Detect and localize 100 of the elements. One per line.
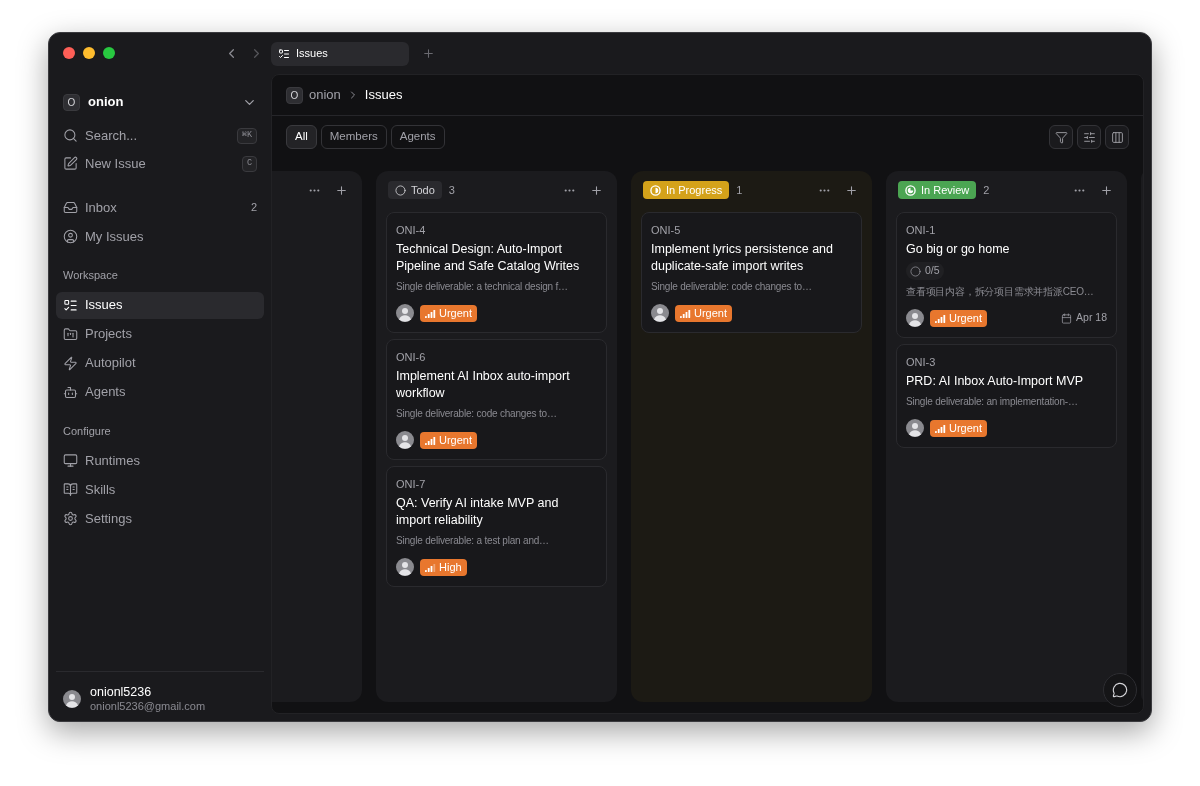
plus-icon[interactable] xyxy=(1100,183,1113,197)
issue-card[interactable]: ONI-6 Implement AI Inbox auto-import workflow Single deliverable: code changes to… Urgent xyxy=(386,339,607,460)
issue-id: ONI-1 xyxy=(906,223,937,237)
issue-id: ONI-6 xyxy=(396,350,427,364)
avatar-icon xyxy=(396,304,414,322)
workspace-initial: O xyxy=(63,93,80,111)
shortcut-key: C xyxy=(241,155,257,172)
plus-icon[interactable] xyxy=(845,183,858,197)
breadcrumb-link[interactable]: onion xyxy=(309,85,341,105)
issue-id: ONI-4 xyxy=(396,223,427,237)
settings-icon xyxy=(63,511,78,526)
calendar-icon xyxy=(1061,312,1073,324)
filter-tab[interactable]: Agents xyxy=(390,125,445,149)
priority-badge: Urgent xyxy=(930,309,988,327)
signal-bars-icon xyxy=(935,313,946,323)
folder-icon xyxy=(63,326,78,342)
user-circle-icon xyxy=(63,229,78,244)
checklist-icon xyxy=(63,297,78,313)
issue-id: ONI-7 xyxy=(396,477,427,491)
column-count: 2 xyxy=(983,182,990,198)
issue-title: Go big or go home xyxy=(906,241,1011,258)
priority-badge: Urgent xyxy=(930,419,988,437)
circle-icon xyxy=(910,265,921,277)
section-heading: Configure xyxy=(62,423,112,439)
user-email: onionl5236@gmail.com xyxy=(90,699,206,713)
signal-bars-icon xyxy=(935,423,946,433)
sidebar-item[interactable]: Projects xyxy=(56,320,264,348)
status-chip: In Progress xyxy=(643,181,730,199)
filter-tab[interactable]: Members xyxy=(320,125,387,149)
issue-description: 查看项目内容，拆分项目需求并指派CEO… xyxy=(906,285,1095,299)
issue-card[interactable]: ONI-4 Technical Design: Auto-Import Pipeline and Safe Catalog Writes Single deliverable: a technical design f… Urgent xyxy=(386,212,607,333)
signal-bars-icon xyxy=(425,308,436,318)
issue-title: Technical Design: Auto-Import Pipeline and Safe Catalog Writes xyxy=(396,241,581,275)
avatar-icon xyxy=(396,431,414,449)
issue-id: ONI-5 xyxy=(651,223,682,237)
filter-button[interactable] xyxy=(1049,125,1073,149)
issue-title: Implement AI Inbox auto-import workflow xyxy=(396,368,571,402)
issue-title: Implement lyrics persistence and duplicate-safe import writes xyxy=(651,241,835,275)
priority-badge: Urgent xyxy=(420,431,478,449)
issue-card[interactable]: ONI-1 Go big or go home 0/5 查看项目内容，拆分项目需求并指派CEO… Urgent Apr 18 xyxy=(896,212,1117,338)
plus-icon[interactable] xyxy=(590,183,603,197)
avatar-icon xyxy=(396,558,414,576)
signal-bars-icon xyxy=(425,435,436,445)
issue-card[interactable]: ONI-7 QA: Verify AI intake MVP and import reliability Single deliverable: a test plan and… High xyxy=(386,466,607,587)
signal-bars-icon xyxy=(680,308,691,318)
sidebar-item[interactable]: Settings xyxy=(56,505,264,532)
sidebar-item[interactable]: Issues xyxy=(56,291,264,319)
avatar-icon xyxy=(651,304,669,322)
sliders-icon xyxy=(1082,130,1096,144)
issue-description: Single deliverable: a test plan and… xyxy=(396,534,550,548)
issue-description: Single deliverable: code changes to… xyxy=(396,407,558,421)
sidebar-item[interactable]: Inbox 2 xyxy=(56,194,264,221)
checklist-icon xyxy=(278,47,290,60)
issue-title: QA: Verify AI intake MVP and import reliability xyxy=(396,495,560,529)
inbox-icon xyxy=(63,200,78,215)
breadcrumb-current: Issues xyxy=(364,86,403,105)
sidebar-item[interactable]: New Issue C xyxy=(56,150,264,177)
priority-badge: Urgent xyxy=(675,304,733,322)
shortcut-key: ⌘K xyxy=(236,127,257,144)
sidebar-item[interactable]: Skills xyxy=(56,476,264,503)
new-tab-icon[interactable] xyxy=(422,47,435,60)
sidebar-item[interactable]: Search... ⌘K xyxy=(56,122,264,149)
section-heading: Workspace xyxy=(62,268,119,283)
count: 2 xyxy=(250,200,257,216)
filter-tab[interactable]: All xyxy=(286,125,317,149)
sidebar-item[interactable]: Runtimes xyxy=(56,447,264,474)
column-count: 1 xyxy=(736,182,743,198)
due-date: Apr 18 xyxy=(1076,310,1107,326)
issue-description: Single deliverable: code changes to… xyxy=(651,280,813,294)
plus-icon[interactable] xyxy=(335,183,348,197)
chat-button[interactable] xyxy=(1103,673,1137,707)
minimize-window-button[interactable] xyxy=(83,47,95,59)
user-name: onionl5236 xyxy=(90,685,153,699)
avatar-icon xyxy=(63,690,81,708)
issue-card[interactable]: ONI-3 PRD: AI Inbox Auto-Import MVP Single deliverable: an implementation-… Urgent xyxy=(896,344,1117,448)
signal-bars-icon xyxy=(425,562,436,572)
book-icon xyxy=(63,482,78,497)
pen-square-icon xyxy=(63,156,78,171)
pie-circle-icon xyxy=(905,184,916,196)
sidebar-item[interactable]: Autopilot xyxy=(56,349,264,377)
sidebar-item[interactable]: My Issues xyxy=(56,223,264,250)
issue-card[interactable]: ONI-5 Implement lyrics persistence and duplicate-safe import writes Single deliverable: code changes to… Urgent xyxy=(641,212,862,333)
monitor-icon xyxy=(63,453,78,468)
issue-description: Single deliverable: a technical design f… xyxy=(396,280,569,294)
issue-id: ONI-3 xyxy=(906,355,937,369)
workspace-switcher[interactable]: O onion xyxy=(56,87,264,117)
column-count: 3 xyxy=(448,182,455,198)
sliders-button[interactable] xyxy=(1077,125,1101,149)
priority-badge: High xyxy=(420,558,467,576)
workspace-initial: O xyxy=(286,86,303,104)
close-window-button[interactable] xyxy=(63,47,75,59)
sidebar-item[interactable]: Agents xyxy=(56,378,264,406)
chat-bubble-icon xyxy=(1112,682,1128,698)
browser-tab[interactable]: Issues xyxy=(271,41,409,66)
status-chip: In Review xyxy=(898,181,977,199)
circle-icon xyxy=(395,184,406,196)
columns-button[interactable] xyxy=(1105,125,1129,149)
issue-description: Single deliverable: an implementation-… xyxy=(906,395,1079,409)
maximize-window-button[interactable] xyxy=(103,47,115,59)
avatar-icon xyxy=(906,419,924,437)
